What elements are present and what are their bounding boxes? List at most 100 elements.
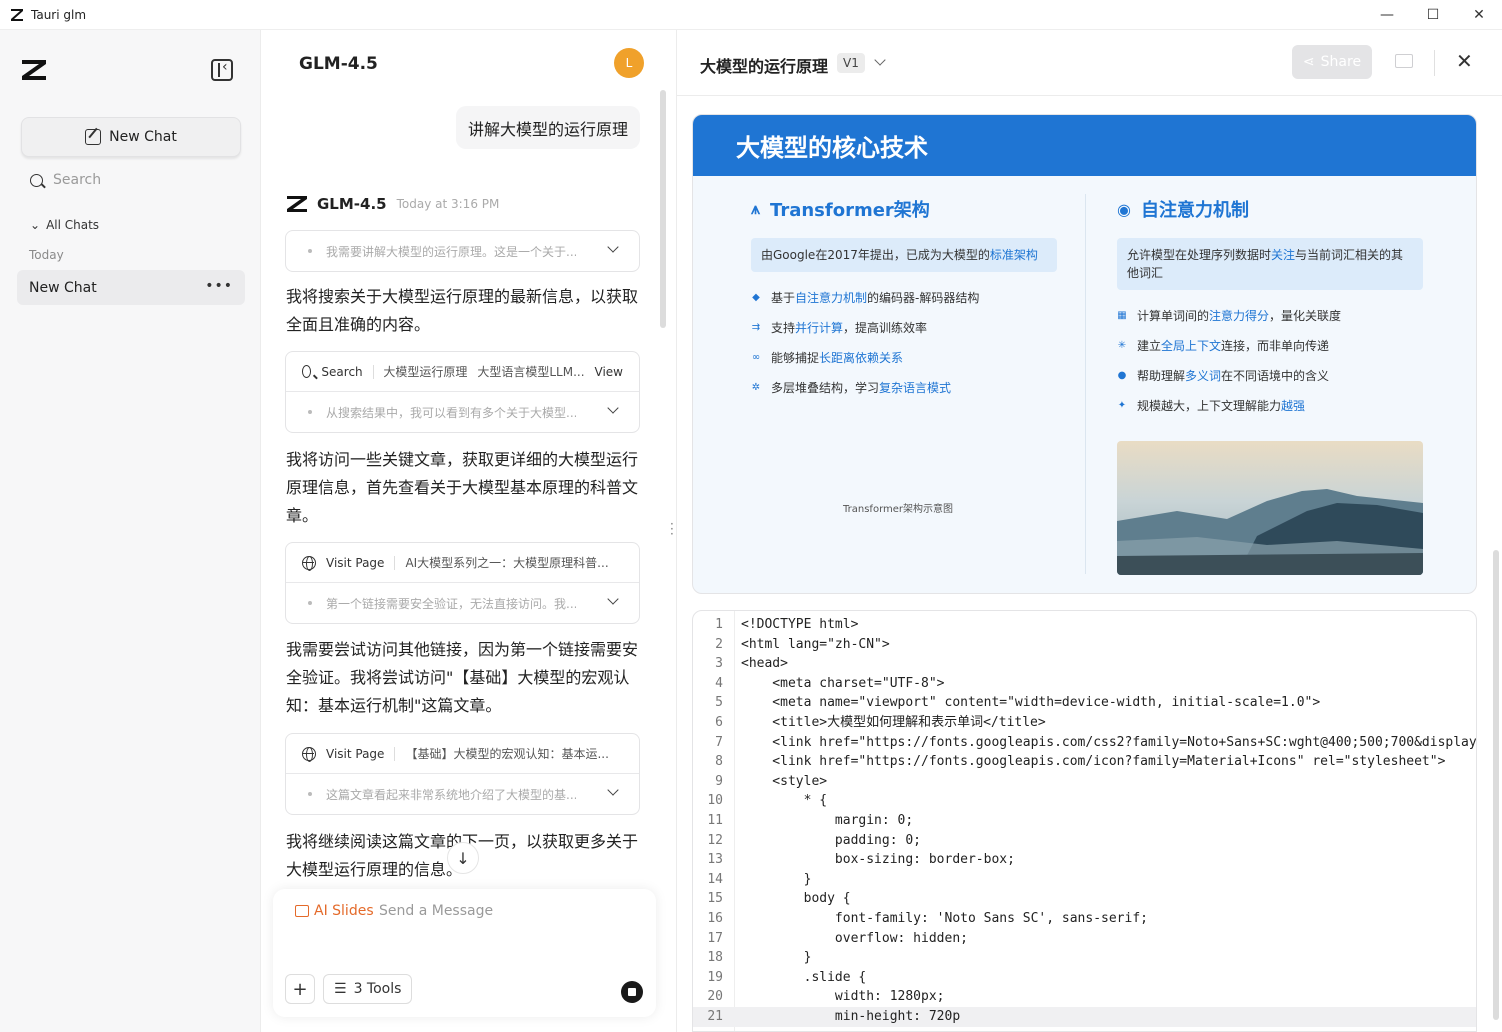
grid-icon: ▦ xyxy=(1117,309,1127,321)
title-bar: Tauri glm — ☐ ✕ xyxy=(0,0,1502,30)
thinking-block[interactable]: 我需要讲解大模型的运行原理。这是一个关于... xyxy=(285,230,640,272)
divider xyxy=(1434,50,1435,76)
visit-page-block[interactable]: Visit Page 【基础】大模型的宏观认知：基本运... 这篇文章看起来非常… xyxy=(285,733,640,815)
code-editor[interactable]: 1 <!DOCTYPE html> 2 <html lang="zh-CN"> 3 <he… xyxy=(692,610,1477,1032)
line-number: 18 xyxy=(707,950,723,966)
chevron-down-icon[interactable] xyxy=(607,241,619,253)
code-line[interactable]: 10 * { xyxy=(693,791,1476,811)
transformer-column: ⩚ Transformer架构 由Google在2017年提出，已成为大模型的标… xyxy=(751,196,1057,402)
code-line[interactable]: 15 body { xyxy=(693,889,1476,909)
close-window-button[interactable]: ✕ xyxy=(1456,0,1502,30)
bullet-item: ◆ 基于自注意力机制的编码器-解码器结构 xyxy=(752,290,980,305)
code-line[interactable]: 6 <title>大模型如何理解和表示单词</title> xyxy=(693,713,1476,733)
z-logo-icon xyxy=(287,196,307,212)
chevron-down-icon[interactable] xyxy=(607,593,619,605)
share-button[interactable]: ⋖ Share xyxy=(1292,45,1372,79)
version-badge[interactable]: V1 xyxy=(837,53,865,73)
code-line[interactable]: 3 <head> xyxy=(693,654,1476,674)
code-line[interactable]: 2 <html lang="zh-CN"> xyxy=(693,635,1476,655)
visited-page-title: 【基础】大模型的宏观认知：基本运... xyxy=(405,747,609,761)
line-number: 11 xyxy=(707,813,723,828)
pin-icon: ● xyxy=(1117,369,1127,381)
code-line[interactable]: 5 <meta name="viewport" content="width=d… xyxy=(693,693,1476,713)
code-line[interactable]: 18 } xyxy=(693,948,1476,968)
collapse-sidebar-icon[interactable] xyxy=(211,59,233,81)
ai-slides-mode[interactable]: AI Slides xyxy=(295,903,374,919)
line-number: 10 xyxy=(707,793,723,809)
chevron-down-icon[interactable] xyxy=(607,784,619,796)
code-line[interactable]: 11 margin: 0; xyxy=(693,811,1476,831)
bullet-item: ∞ 能够捕捉长距离依赖关系 xyxy=(751,350,904,365)
more-options-icon[interactable]: ••• xyxy=(205,278,233,294)
assistant-name: GLM-4.5 xyxy=(317,195,387,213)
user-message: 讲解大模型的运行原理 xyxy=(456,106,641,149)
chevron-down-icon[interactable] xyxy=(607,402,619,414)
chat-item-label: New Chat xyxy=(29,279,97,296)
line-number: 3 xyxy=(715,656,723,672)
code-text: <title>大模型如何理解和表示单词</title> xyxy=(741,715,1046,730)
window-title: Tauri glm xyxy=(31,7,87,22)
stop-generation-button[interactable] xyxy=(621,981,643,1003)
code-line[interactable]: 16 font-family: 'Noto Sans SC', sans-ser… xyxy=(693,909,1476,929)
tool-label: Visit Page xyxy=(326,555,385,570)
chat-scrollbar[interactable] xyxy=(660,90,666,328)
preview-title: 大模型的运行原理 xyxy=(700,57,829,76)
code-line[interactable]: 14 } xyxy=(693,870,1476,890)
visited-page-title: AI大模型系列之一：大模型原理科普... xyxy=(405,556,609,570)
code-line[interactable]: 4 <meta charset="UTF-8"> xyxy=(693,674,1476,694)
preview-scrollbar[interactable] xyxy=(1493,550,1499,1020)
share-icon: ⋖ xyxy=(1302,54,1315,70)
preview-header: 大模型的运行原理 V1 ⋖ Share ✕ xyxy=(677,30,1502,96)
chevron-down-icon[interactable] xyxy=(874,54,886,66)
globe-icon xyxy=(302,555,316,571)
assistant-message: 我将访问一些关键文章，获取更详细的大模型运行原理信息，首先查看关于大模型基本原理… xyxy=(286,450,639,525)
code-line[interactable]: 9 <style> xyxy=(693,772,1476,792)
search-query: 大模型运行原理 xyxy=(383,365,468,379)
thinking-text: 这篇文章看起来非常系统地介绍了大模型的基... xyxy=(326,787,576,802)
edit-icon xyxy=(85,129,102,145)
tool-label: Visit Page xyxy=(326,746,385,761)
view-link[interactable]: View xyxy=(595,365,623,379)
panel-resize-handle[interactable]: · · · xyxy=(670,518,674,540)
add-attachment-button[interactable]: + xyxy=(285,974,315,1004)
code-text: padding: 0; xyxy=(741,832,922,848)
code-text: } xyxy=(741,871,812,887)
all-chats-toggle[interactable]: ⌄ All Chats xyxy=(30,218,99,232)
code-text: overflow: hidden; xyxy=(741,930,968,946)
slide-header: 大模型的核心技术 xyxy=(693,115,1476,176)
new-chat-button[interactable]: New Chat xyxy=(21,117,241,157)
code-line[interactable]: 1 <!DOCTYPE html> xyxy=(693,615,1476,635)
code-line[interactable]: 12 padding: 0; xyxy=(693,831,1476,851)
code-line[interactable]: 17 overflow: hidden; xyxy=(693,929,1476,949)
code-line[interactable]: 8 <link href="https://fonts.googleapis.c… xyxy=(693,752,1476,772)
visit-page-block[interactable]: Visit Page AI大模型系列之一：大模型原理科普... 第一个链接需要安… xyxy=(285,542,640,624)
search-icon xyxy=(30,173,43,187)
code-text: <meta charset="UTF-8"> xyxy=(741,675,945,691)
message-composer[interactable]: AI Slides Send a Message + ☰ 3 Tools xyxy=(273,889,656,1017)
tools-button[interactable]: ☰ 3 Tools xyxy=(323,974,413,1004)
code-text: font-family: 'Noto Sans SC', sans-serif; xyxy=(741,911,1148,926)
code-line[interactable]: 19 .slide { xyxy=(693,968,1476,988)
sidebar-chat-item[interactable]: New Chat ••• xyxy=(17,270,245,305)
code-text: body { xyxy=(741,891,851,907)
search-tool-block[interactable]: Search 大模型运行原理 大型语言模型LLM... View 从搜索结果中，… xyxy=(285,351,640,433)
close-preview-icon[interactable]: ✕ xyxy=(1456,49,1473,73)
message-input[interactable]: Send a Message xyxy=(379,903,493,919)
code-text: * { xyxy=(741,793,828,809)
present-icon[interactable] xyxy=(1395,54,1413,68)
code-line[interactable]: 21 min-height: 720p xyxy=(693,1007,1476,1027)
column-title: Transformer架构 xyxy=(770,200,930,221)
maximize-button[interactable]: ☐ xyxy=(1410,0,1456,30)
line-number: 9 xyxy=(715,773,723,789)
code-line[interactable]: 20 width: 1280px; xyxy=(693,987,1476,1007)
code-line[interactable]: 7 <link href="https://fonts.googleapis.c… xyxy=(693,733,1476,753)
line-number: 17 xyxy=(707,930,723,946)
sidebar-search[interactable]: Search xyxy=(30,172,101,188)
hub-icon: ✳ xyxy=(1117,339,1127,351)
scroll-down-button[interactable]: ↓ xyxy=(447,842,479,874)
minimize-button[interactable]: — xyxy=(1364,0,1410,30)
avatar[interactable]: L xyxy=(614,48,644,78)
code-line[interactable]: 13 box-sizing: border-box; xyxy=(693,850,1476,870)
model-name[interactable]: GLM-4.5 xyxy=(299,54,378,74)
line-number: 15 xyxy=(707,891,723,907)
